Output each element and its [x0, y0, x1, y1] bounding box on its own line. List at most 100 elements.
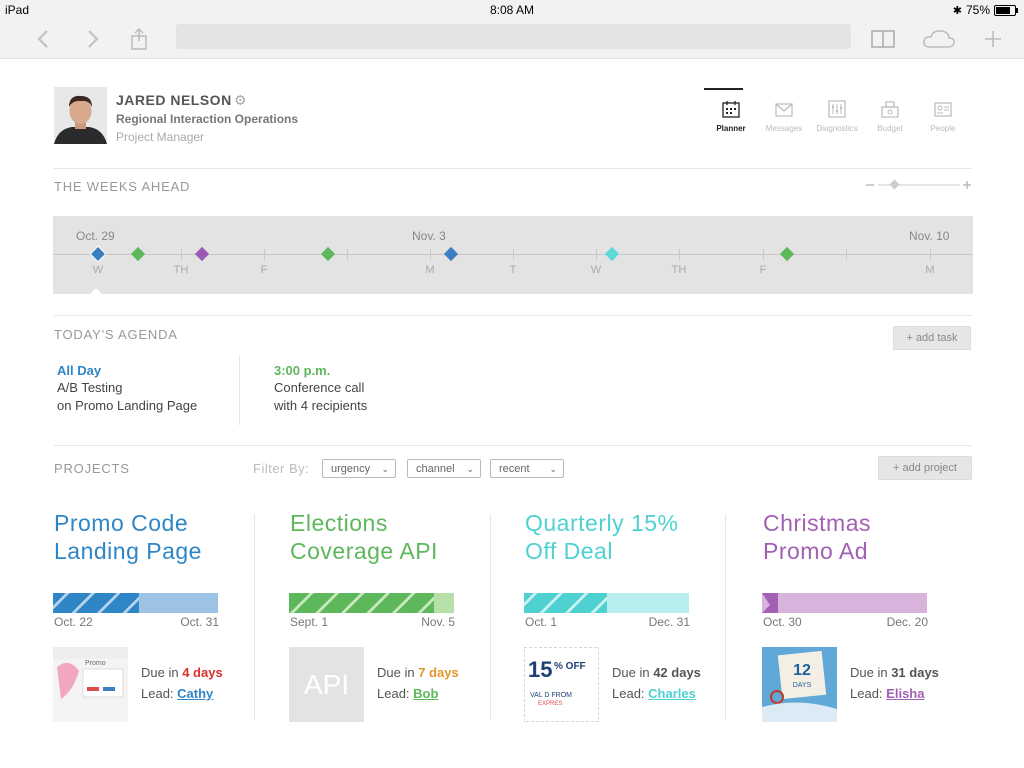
select-value: channel — [416, 463, 455, 475]
event-marker[interactable] — [320, 246, 336, 262]
project-divider — [254, 514, 255, 720]
add-task-button[interactable]: + add task — [893, 326, 971, 350]
clock: 8:08 AM — [489, 3, 535, 17]
project-title: Quarterly 15% Off Deal — [525, 509, 679, 565]
lead-link[interactable]: Elisha — [886, 686, 924, 701]
address-bar[interactable] — [176, 24, 851, 49]
agenda-divider — [239, 355, 240, 425]
gear-icon[interactable]: ⚙ — [234, 92, 247, 109]
tab-messages[interactable]: Messages — [761, 88, 807, 133]
user-name: JARED NELSON — [116, 92, 232, 108]
svg-text:12: 12 — [793, 662, 811, 679]
event-marker[interactable] — [604, 246, 620, 262]
tab-budget[interactable]: Budget — [867, 88, 913, 133]
user-department: Regional Interaction Operations — [116, 112, 299, 126]
bookmarks-icon[interactable] — [870, 26, 896, 52]
weeks-title: THE WEEKS AHEAD — [54, 179, 191, 194]
timeline-tick — [347, 249, 348, 260]
lead-link[interactable]: Charles — [648, 686, 696, 701]
day-label: T — [509, 264, 517, 276]
lead-prefix: Lead: — [612, 686, 645, 701]
project-thumbnail[interactable]: Promo — [53, 647, 128, 722]
weeks-timeline[interactable]: W TH F M T W TH F M Oct. 29 Nov. 3 Nov. 10 — [53, 216, 973, 294]
week-date-label: Nov. 3 — [412, 229, 446, 243]
tab-label: Budget — [877, 124, 903, 133]
project-divider — [490, 514, 491, 720]
sliders-icon — [814, 88, 860, 118]
svg-text:API: API — [304, 669, 349, 700]
tab-label: People — [930, 124, 956, 133]
lead-link[interactable]: Cathy — [177, 686, 213, 701]
event-marker[interactable] — [443, 246, 459, 262]
event-marker[interactable] — [130, 246, 146, 262]
lead-link[interactable]: Bob — [413, 686, 438, 701]
due-prefix: Due in — [612, 665, 650, 680]
event-marker[interactable] — [779, 246, 795, 262]
share-icon[interactable] — [126, 26, 152, 52]
tab-planner[interactable]: Planner — [704, 88, 754, 133]
filter-recent-select[interactable]: recent ⌄ — [490, 459, 564, 478]
project-divider — [725, 514, 726, 720]
timeline-tick — [846, 249, 847, 260]
status-right: ✱ 75% — [953, 3, 1018, 17]
timeline-tick — [596, 249, 597, 260]
week-date-label: Nov. 10 — [909, 229, 950, 243]
project-thumbnail[interactable]: API — [289, 647, 364, 722]
timeline-tick — [430, 249, 431, 260]
due-prefix: Due in — [141, 665, 179, 680]
project-end-date: Dec. 20 — [886, 615, 928, 629]
progress-fill — [524, 593, 607, 613]
divider — [54, 445, 972, 446]
project-title-line: Coverage API — [290, 538, 438, 564]
today-marker-top — [89, 209, 103, 216]
project-thumbnail[interactable]: 15% OFF VAL D FROM EXPRES — [523, 646, 600, 723]
project-end-date: Dec. 31 — [648, 615, 690, 629]
zoom-slider[interactable] — [864, 178, 972, 190]
svg-text:15: 15 — [528, 657, 552, 682]
project-start-date: Oct. 30 — [763, 615, 802, 629]
tab-diagnostics[interactable]: Diagnostics — [814, 88, 860, 133]
day-label: F — [759, 264, 767, 276]
agenda-text: Conference call — [274, 380, 365, 395]
event-marker[interactable] — [194, 246, 210, 262]
progress-marker — [762, 593, 778, 613]
add-project-button[interactable]: + add project — [878, 456, 972, 480]
avatar — [54, 87, 107, 144]
project-end-date: Nov. 5 — [421, 615, 455, 629]
new-tab-icon[interactable] — [980, 26, 1006, 52]
agenda-item[interactable]: 3:00 p.m. Conference call with 4 recipie… — [274, 363, 449, 415]
day-label: TH — [173, 264, 189, 276]
day-label: W — [590, 264, 602, 276]
project-meta: Due in 7 days Lead: Bob — [377, 662, 459, 704]
today-marker-bottom — [89, 288, 103, 295]
divider — [54, 315, 972, 316]
event-marker[interactable] — [89, 245, 107, 263]
id-card-icon — [920, 88, 966, 118]
forward-icon[interactable] — [80, 26, 106, 52]
agenda-item[interactable]: All Day A/B Testing on Promo Landing Pag… — [57, 363, 232, 415]
divider — [54, 168, 972, 169]
agenda-title: TODAY'S AGENDA — [54, 327, 178, 342]
project-title: Promo Code Landing Page — [54, 509, 202, 565]
project-start-date: Sept. 1 — [290, 615, 329, 629]
chevron-down-icon: ⌄ — [466, 464, 474, 474]
day-label: M — [925, 264, 935, 276]
status-bar: iPad 8:08 AM ✱ 75% — [0, 0, 1024, 20]
filter-channel-select[interactable]: channel ⌄ — [407, 459, 481, 478]
cloud-icon[interactable] — [922, 26, 956, 52]
tab-label: Messages — [765, 124, 803, 133]
back-icon[interactable] — [30, 26, 56, 52]
day-label: W — [92, 264, 104, 276]
project-start-date: Oct. 22 — [54, 615, 93, 629]
day-label: F — [260, 264, 268, 276]
project-progress-bar — [289, 593, 454, 613]
due-value: 7 days — [418, 665, 459, 680]
project-progress-bar — [762, 593, 927, 613]
project-thumbnail[interactable]: 12 DAYS — [762, 647, 837, 722]
timeline-tick — [930, 249, 931, 260]
chevron-down-icon: ⌄ — [381, 464, 389, 474]
progress-fill — [53, 593, 139, 613]
tab-people[interactable]: People — [920, 88, 966, 133]
calendar-icon — [708, 88, 754, 118]
filter-urgency-select[interactable]: urgency ⌄ — [322, 459, 396, 478]
